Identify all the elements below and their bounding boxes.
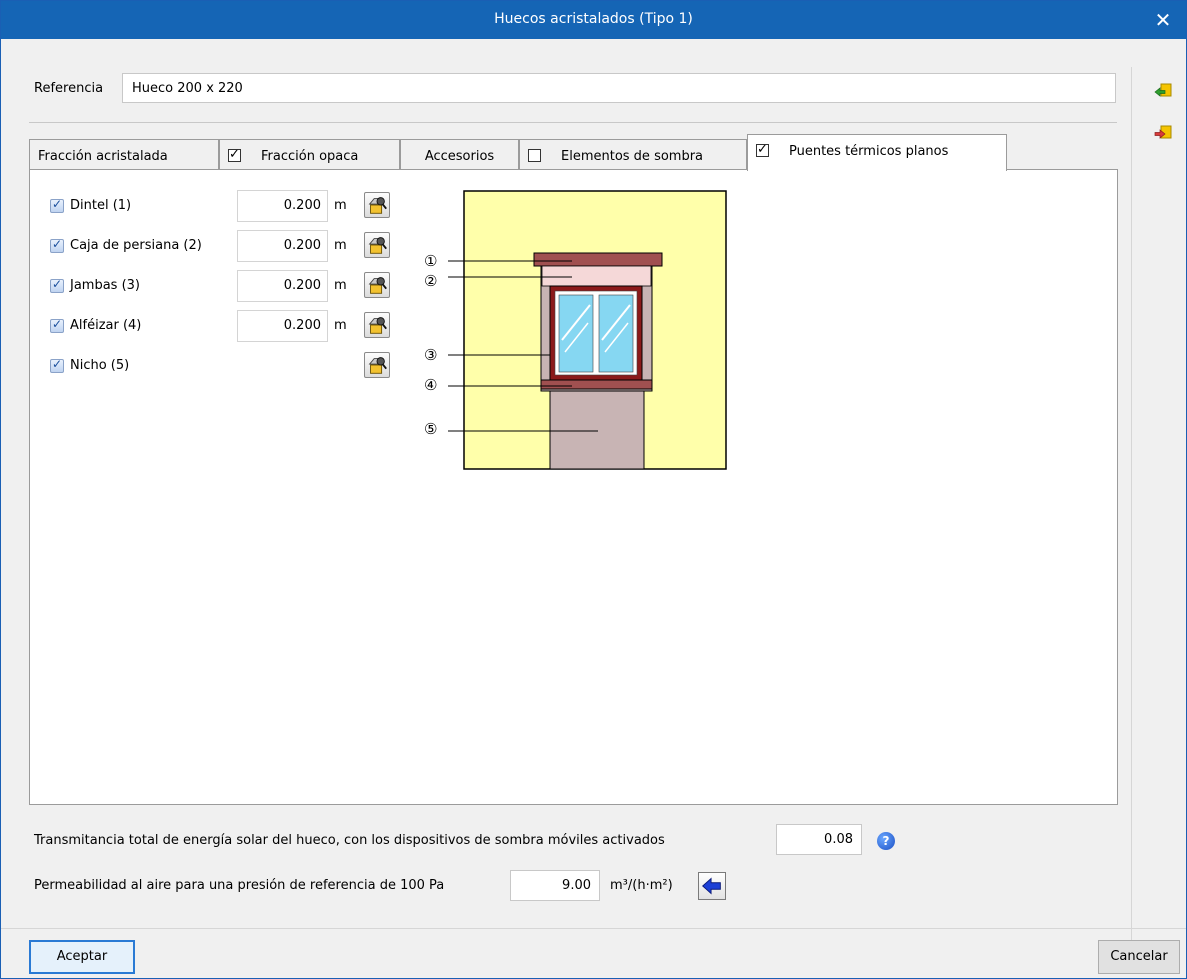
- database-icon[interactable]: [364, 192, 390, 218]
- database-icon[interactable]: [364, 312, 390, 338]
- window-title: Huecos acristalados (Tipo 1): [494, 11, 693, 27]
- bridge-unit: m: [334, 278, 347, 293]
- bridge-unit: m: [334, 238, 347, 253]
- tab-label: Puentes térmicos planos: [789, 144, 949, 159]
- tab-fraccion-acristalada[interactable]: Fracción acristalada: [29, 139, 219, 170]
- cancel-button[interactable]: Cancelar: [1098, 940, 1180, 974]
- transmittance-label: Transmitancia total de energía solar del…: [34, 833, 665, 848]
- tab-checkbox[interactable]: [756, 142, 769, 157]
- database-icon[interactable]: [364, 352, 390, 378]
- bridge-label: Dintel (1): [70, 198, 132, 213]
- left-arrow-icon[interactable]: [698, 872, 726, 900]
- tab-label: Fracción opaca: [261, 149, 359, 164]
- bridge-unit: m: [334, 198, 347, 213]
- marker-4: ④: [424, 376, 437, 394]
- bridge-unit: m: [334, 318, 347, 333]
- bridge-label: Nicho (5): [70, 358, 130, 373]
- bridge-checkbox[interactable]: [50, 277, 64, 293]
- tab-fraccion-opaca[interactable]: Fracción opaca: [219, 139, 400, 170]
- accept-button[interactable]: Aceptar: [29, 940, 135, 974]
- close-icon[interactable]: ✕: [1140, 1, 1186, 39]
- bridge-checkbox[interactable]: [50, 357, 64, 373]
- bridge-label: Alféizar (4): [70, 318, 142, 333]
- permeability-input[interactable]: 9.00: [510, 870, 600, 901]
- dialog-window: Huecos acristalados (Tipo 1) ✕ Referenci…: [0, 0, 1187, 979]
- marker-3: ③: [424, 346, 437, 364]
- tab-label: Fracción acristalada: [38, 149, 168, 164]
- tab-panel: Dintel (1) 0.200 m Caja de persiana (2) …: [29, 169, 1118, 805]
- database-icon[interactable]: [364, 272, 390, 298]
- tab-checkbox[interactable]: [228, 147, 241, 162]
- bridge-value-input[interactable]: 0.200: [237, 310, 328, 342]
- export-icon[interactable]: [1154, 125, 1172, 141]
- divider: [29, 122, 1117, 123]
- reference-label: Referencia: [34, 81, 104, 96]
- bridge-value-input[interactable]: 0.200: [237, 270, 328, 302]
- tab-accesorios[interactable]: Accesorios: [400, 139, 519, 170]
- bridge-value-input[interactable]: 0.200: [237, 230, 328, 262]
- bridge-checkbox[interactable]: [50, 197, 64, 213]
- window-diagram: ① ② ③ ④ ⑤: [424, 190, 727, 470]
- bridge-value-input[interactable]: 0.200: [237, 190, 328, 222]
- import-icon[interactable]: [1154, 83, 1172, 99]
- tab-elementos-de-sombra[interactable]: Elementos de sombra: [519, 139, 747, 170]
- marker-1: ①: [424, 252, 437, 270]
- bridge-checkbox[interactable]: [50, 237, 64, 253]
- marker-5: ⑤: [424, 420, 437, 438]
- bridge-label: Jambas (3): [70, 278, 141, 293]
- bridge-label: Caja de persiana (2): [70, 238, 202, 253]
- tab-label: Accesorios: [424, 149, 495, 164]
- tab-checkbox[interactable]: [528, 149, 541, 162]
- bridge-checkbox[interactable]: [50, 317, 64, 333]
- database-icon[interactable]: [364, 232, 390, 258]
- permeability-unit: m³/(h·m²): [610, 878, 673, 893]
- tab-label: Elementos de sombra: [561, 149, 704, 164]
- reference-input[interactable]: Hueco 200 x 220: [122, 73, 1116, 103]
- help-icon[interactable]: ?: [877, 832, 895, 850]
- title-bar: Huecos acristalados (Tipo 1) ✕: [1, 1, 1186, 39]
- tab-puentes-termicos-planos[interactable]: Puentes térmicos planos: [747, 134, 1007, 171]
- marker-2: ②: [424, 272, 437, 290]
- side-toolbar: [1131, 67, 1186, 953]
- transmittance-input[interactable]: 0.08: [776, 824, 862, 855]
- permeability-label: Permeabilidad al aire para una presión d…: [34, 878, 445, 893]
- footer-divider: [1, 928, 1186, 929]
